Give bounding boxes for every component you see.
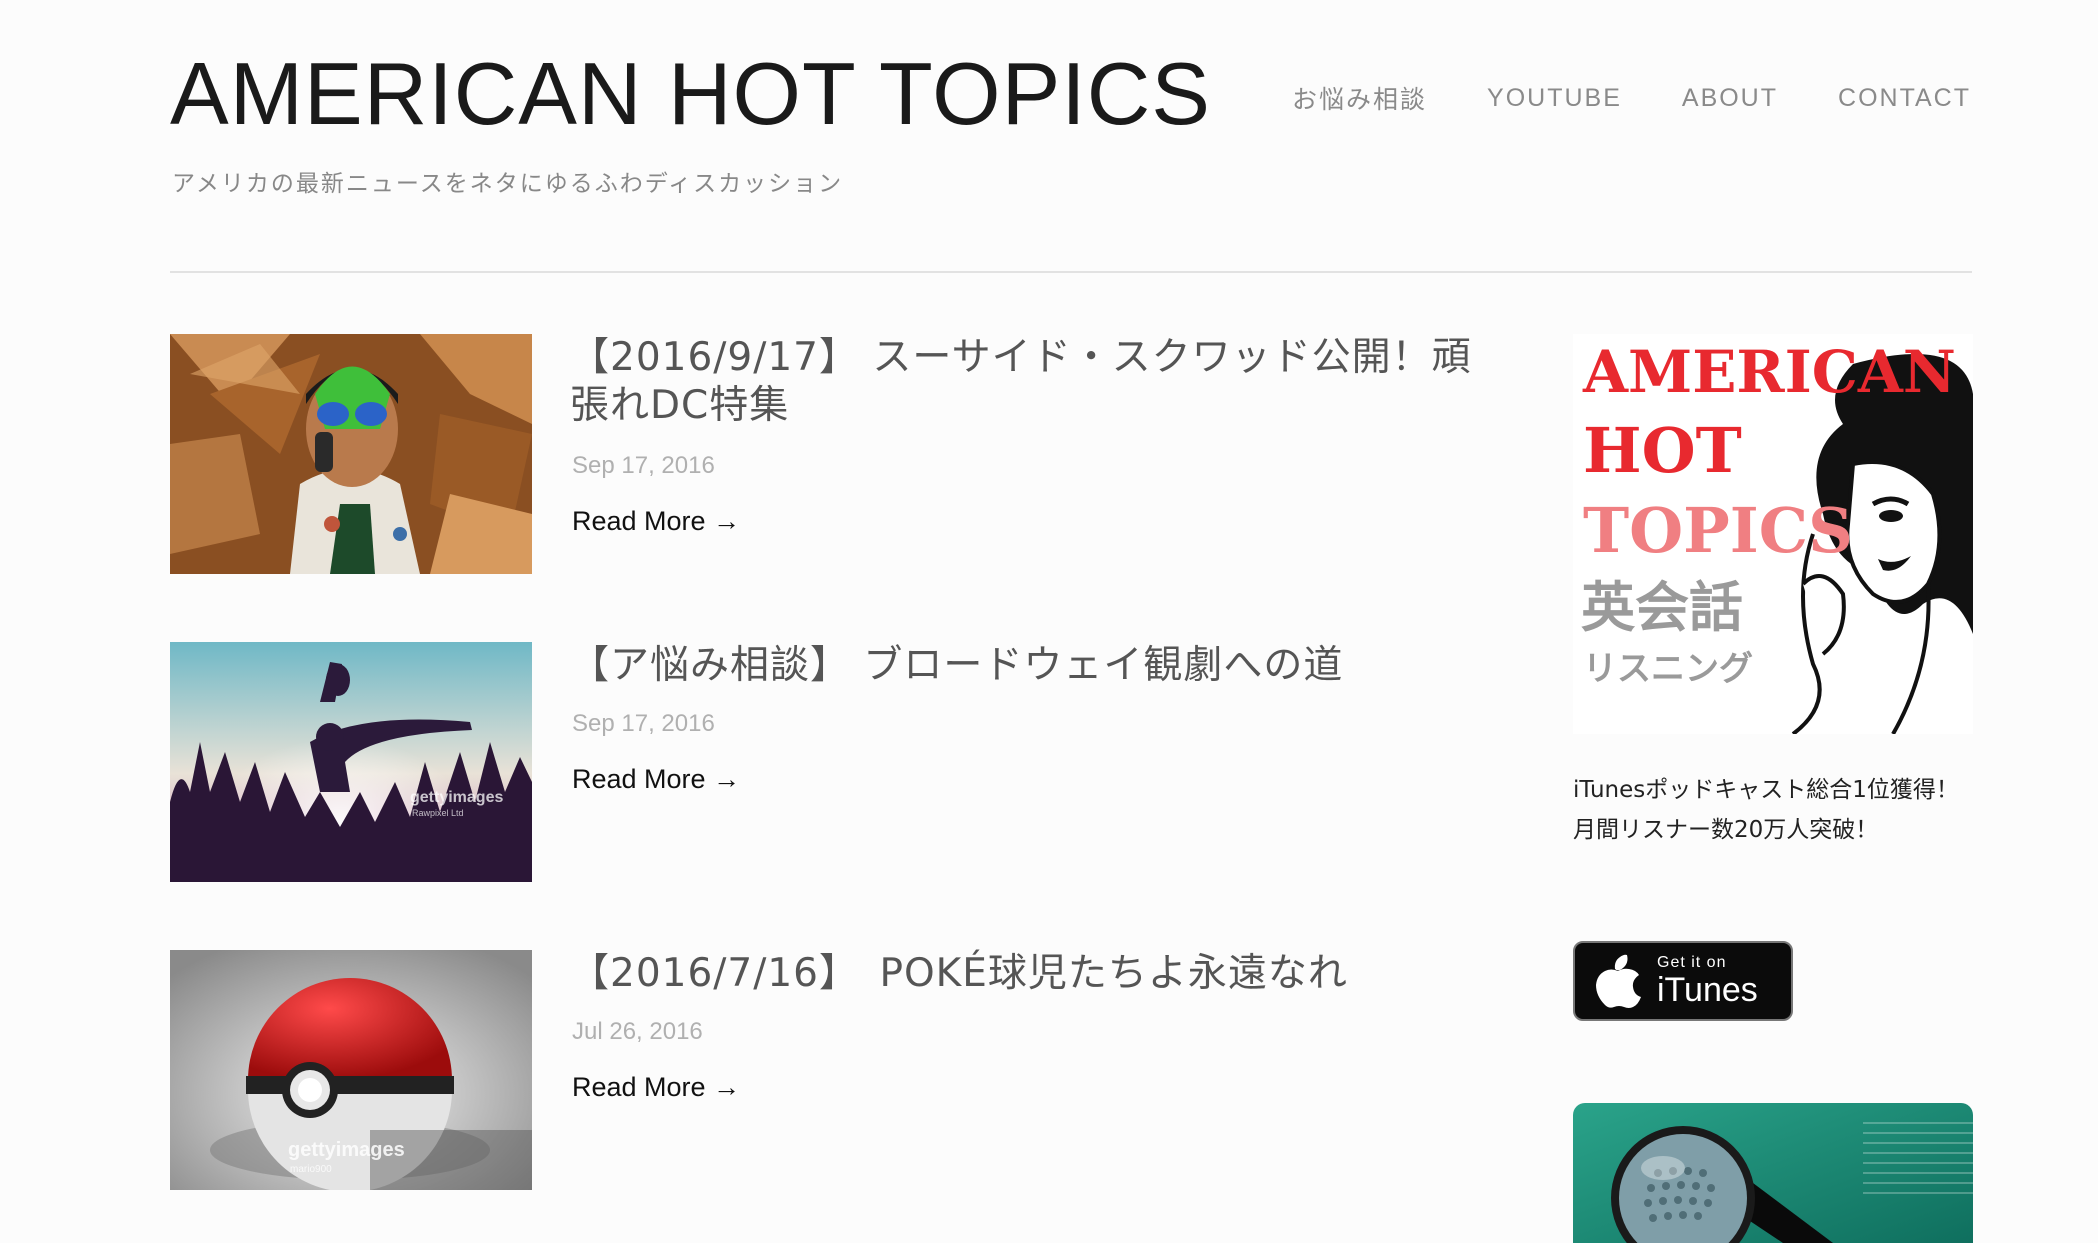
post-date: Sep 17, 2016 xyxy=(572,710,715,737)
photo-credit: mario900 xyxy=(290,1164,332,1175)
cover-title-line3: TOPICS xyxy=(1583,494,1853,567)
concert-crowd-photo-icon: gettyimages Rawpixel Ltd xyxy=(170,642,532,882)
post-thumbnail[interactable] xyxy=(170,334,532,574)
cover-title-line2: HOT xyxy=(1583,414,1742,487)
caption-line: 月間リスナー数20万人突破！ xyxy=(1573,817,1879,843)
itunes-badge-small: Get it on xyxy=(1657,954,1727,971)
itunes-badge-text: Get it on iTunes xyxy=(1657,954,1758,1008)
site-tagline: アメリカの最新ニュースをネタにゆるふわディスカッション xyxy=(172,171,844,197)
getty-watermark: gettyimages xyxy=(410,789,503,806)
microphone-card[interactable] xyxy=(1573,1103,1973,1243)
post-thumbnail[interactable]: gettyimages mario900 xyxy=(170,950,532,1190)
caption-line: iTunesポッドキャスト総合1位獲得！ xyxy=(1573,777,1959,803)
apple-logo-icon xyxy=(1596,954,1641,1008)
main-nav: お悩み相談 YOUTUBE ABOUT CONTACT xyxy=(1292,80,1971,116)
cover-title-line1: AMERICAN xyxy=(1582,338,1956,406)
header-divider xyxy=(170,271,1972,273)
podcast-cover-art[interactable]: AMERICAN HOT TOPICS 英会話 リスニング xyxy=(1573,334,1973,734)
post-thumbnail[interactable]: gettyimages Rawpixel Ltd xyxy=(170,642,532,882)
podcast-cover-image: AMERICAN HOT TOPICS 英会話 リスニング xyxy=(1573,334,1973,734)
post-item: gettyimages Rawpixel Ltd 【ア悩み相談】 ブロードウェイ… xyxy=(170,642,1490,882)
nav-item-contact[interactable]: CONTACT xyxy=(1838,84,1971,113)
post-item: 【2016/9/17】 スーサイド・スクワッド公開！頑張れDC特集 Sep 17… xyxy=(170,334,1490,574)
nav-item-youtube[interactable]: YOUTUBE xyxy=(1487,84,1622,113)
itunes-badge-big: iTunes xyxy=(1657,971,1758,1009)
pokeball-photo-icon: gettyimages mario900 xyxy=(170,950,532,1190)
read-more-link[interactable]: Read More → xyxy=(572,506,740,537)
microphone-icon xyxy=(1611,1122,1973,1243)
nav-item-advice[interactable]: お悩み相談 xyxy=(1292,80,1427,116)
itunes-badge-button[interactable]: Get it on iTunes xyxy=(1573,941,1793,1021)
nav-item-about[interactable]: ABOUT xyxy=(1682,84,1778,113)
post-title[interactable]: 【2016/9/17】 スーサイド・スクワッド公開！頑張れDC特集 xyxy=(570,334,1490,430)
cover-subtitle-line2: リスニング xyxy=(1583,649,1753,689)
photo-credit: Rawpixel Ltd xyxy=(412,808,464,818)
site-title[interactable]: AMERICAN HOT TOPICS xyxy=(170,50,1211,138)
masked-man-photo-icon xyxy=(170,334,532,574)
read-more-link[interactable]: Read More → xyxy=(572,764,740,795)
cover-subtitle-line1: 英会話 xyxy=(1581,576,1743,639)
post-date: Jul 26, 2016 xyxy=(572,1018,703,1045)
read-more-link[interactable]: Read More → xyxy=(572,1072,740,1103)
post-title[interactable]: 【2016/7/16】 POKÉ球児たちよ永遠なれ xyxy=(570,950,1490,998)
post-date: Sep 17, 2016 xyxy=(572,452,715,479)
sidebar-caption: iTunesポッドキャスト総合1位獲得！ 月間リスナー数20万人突破！ xyxy=(1573,770,1993,850)
post-title[interactable]: 【ア悩み相談】 ブロードウェイ観劇への道 xyxy=(570,642,1490,690)
post-item: gettyimages mario900 【2016/7/16】 POKÉ球児た… xyxy=(170,950,1490,1190)
getty-watermark: gettyimages xyxy=(288,1139,405,1161)
